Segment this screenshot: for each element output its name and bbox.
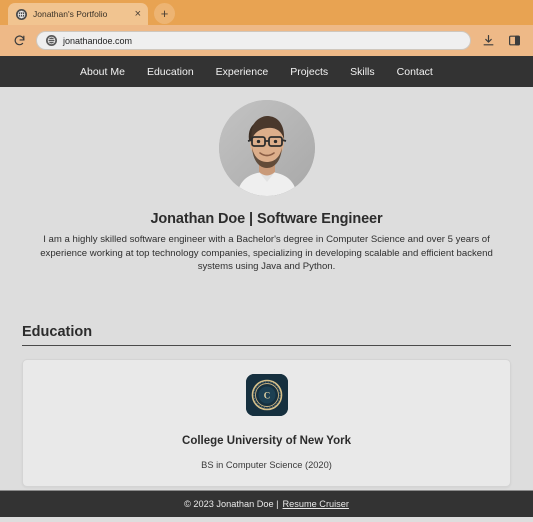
college-seal-logo-icon: C [245, 373, 288, 416]
reload-icon[interactable] [10, 32, 28, 50]
download-icon[interactable] [479, 32, 497, 50]
nav-link-skills[interactable]: Skills [350, 66, 375, 78]
page-content: Jonathan Doe | Software Engineer I am a … [0, 87, 533, 490]
nav-link-education[interactable]: Education [147, 66, 194, 78]
school-degree: BS in Computer Science (2020) [201, 459, 332, 470]
browser-tab[interactable]: Jonathan's Portfolio × [8, 3, 148, 25]
avatar [218, 100, 315, 196]
globe-icon [16, 8, 27, 20]
education-section: Education C College University of New Yo… [0, 324, 533, 487]
site-nav: About Me Education Experience Projects S… [0, 56, 533, 87]
new-tab-button[interactable]: + [154, 3, 175, 24]
site-globe-icon [46, 35, 57, 46]
section-divider [22, 344, 511, 346]
svg-text:C: C [263, 390, 270, 400]
footer-copyright: © 2023 Jonathan Doe | [184, 499, 279, 509]
education-heading: Education [22, 323, 93, 340]
nav-link-contact[interactable]: Contact [397, 66, 433, 78]
page-title: Jonathan Doe | Software Engineer [150, 211, 383, 227]
tab-title: Jonathan's Portfolio [33, 9, 108, 19]
browser-chrome: Jonathan's Portfolio × + jonathandoe.com [0, 0, 533, 56]
site-footer: © 2023 Jonathan Doe | Resume Cruiser [0, 490, 533, 517]
hero-summary: I am a highly skilled software engineer … [40, 234, 493, 273]
nav-link-experience[interactable]: Experience [216, 66, 269, 78]
url-bar[interactable]: jonathandoe.com [36, 31, 471, 50]
nav-link-about-me[interactable]: About Me [80, 66, 125, 78]
education-card: C College University of New York BS in C… [22, 358, 511, 487]
school-name: College University of New York [182, 434, 351, 447]
footer-link-resume-cruiser[interactable]: Resume Cruiser [283, 499, 349, 509]
sidebar-toggle-icon[interactable] [505, 32, 523, 50]
url-input[interactable]: jonathandoe.com [63, 36, 132, 46]
hero-section: Jonathan Doe | Software Engineer I am a … [0, 87, 533, 274]
nav-link-projects[interactable]: Projects [290, 66, 328, 78]
tab-strip: Jonathan's Portfolio × + [0, 0, 533, 25]
browser-toolbar: jonathandoe.com [0, 25, 533, 56]
close-icon[interactable]: × [135, 8, 141, 20]
